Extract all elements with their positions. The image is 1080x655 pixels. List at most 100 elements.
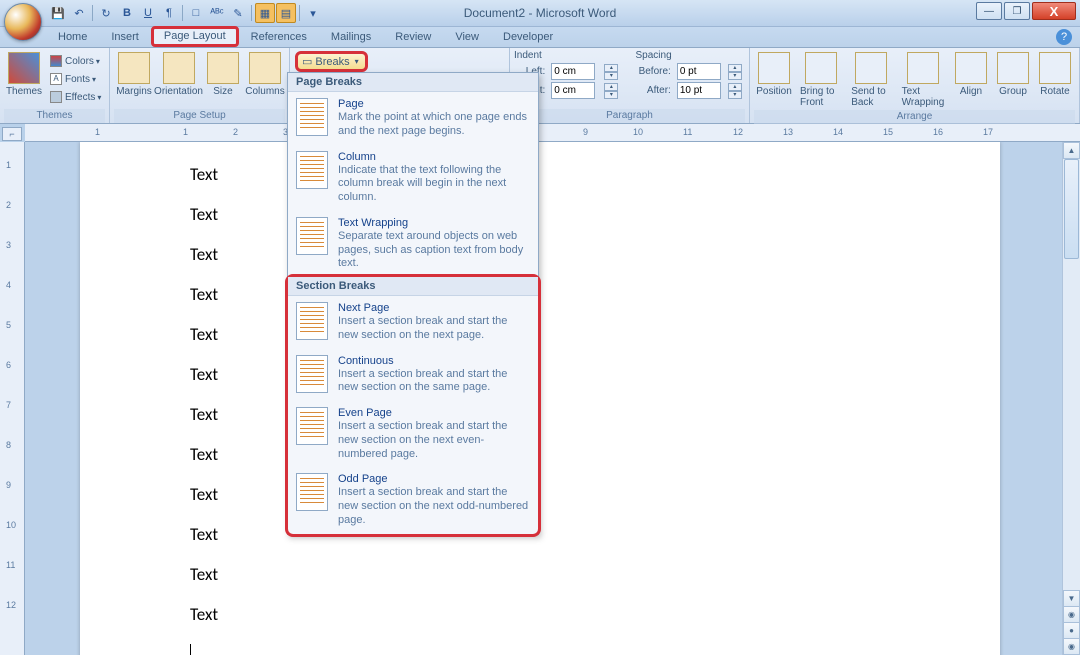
browse-next[interactable]: ◉ [1063, 638, 1080, 655]
break-page-icon [296, 98, 328, 136]
tab-references[interactable]: References [239, 28, 319, 47]
break-next-page[interactable]: Next PageInsert a section break and star… [288, 296, 538, 349]
qat-tool[interactable]: ✎ [228, 3, 248, 23]
section-breaks-highlight: Section Breaks Next PageInsert a section… [285, 274, 541, 537]
tab-mailings[interactable]: Mailings [319, 28, 383, 47]
indent-right-input[interactable] [551, 82, 595, 99]
tab-insert[interactable]: Insert [99, 28, 151, 47]
window-title: Document2 - Microsoft Word [464, 6, 617, 20]
rotate-button[interactable]: Rotate [1035, 50, 1075, 99]
spacing-header: Spacing [636, 50, 746, 63]
browse-prev[interactable]: ◉ [1063, 606, 1080, 623]
qat-highlight1[interactable]: ▦ [255, 3, 275, 23]
break-even-icon [296, 407, 328, 445]
qat-spellcheck[interactable]: ᴬᴮᶜ [207, 3, 227, 23]
breaks-dropdown: Page Breaks PageMark the point at which … [287, 72, 539, 535]
qat-sep [92, 5, 93, 21]
help-icon[interactable]: ? [1056, 29, 1072, 45]
section-breaks-header: Section Breaks [288, 277, 538, 296]
send-back-button[interactable]: Send to Back [847, 50, 895, 110]
orientation-button[interactable]: Orientation [156, 50, 201, 99]
spacing-before-input[interactable] [677, 63, 721, 80]
indent-right-spinner[interactable]: ▴▾ [604, 83, 618, 99]
indent-left-input[interactable] [551, 63, 595, 80]
office-button[interactable] [4, 3, 42, 41]
tab-page-layout[interactable]: Page Layout [151, 26, 239, 47]
ribbon-tabs: Home Insert Page Layout References Maili… [0, 27, 1080, 48]
ruler-horizontal[interactable]: 1 1 2 3 4 5 6 7 8 9 10 11 12 13 14 15 16… [25, 124, 1080, 142]
vertical-scrollbar[interactable]: ▲ ▼ ◉ ● ◉ [1062, 142, 1080, 655]
theme-colors[interactable]: Colors▾ [46, 52, 105, 70]
qat-bold[interactable]: B [117, 3, 137, 23]
break-odd-icon [296, 473, 328, 511]
scroll-up-arrow[interactable]: ▲ [1063, 142, 1080, 159]
spacing-after-label: After: [636, 85, 673, 96]
qat-paragraph-marks[interactable]: ¶ [159, 3, 179, 23]
group-button[interactable]: Group [993, 50, 1033, 99]
break-column[interactable]: ColumnIndicate that the text following t… [288, 145, 538, 211]
ruler-corner[interactable]: ⌐ [2, 127, 22, 141]
size-button[interactable]: Size [203, 50, 243, 99]
qat-sep4 [299, 5, 300, 21]
qat-save[interactable]: 💾 [48, 3, 68, 23]
group-label-themes: Themes [4, 109, 105, 123]
close-button[interactable]: X [1032, 2, 1076, 20]
break-continuous[interactable]: ContinuousInsert a section break and sta… [288, 349, 538, 402]
qat-new[interactable]: □ [186, 3, 206, 23]
text-wrapping-button[interactable]: Text Wrapping [898, 50, 949, 110]
bring-front-button[interactable]: Bring to Front [796, 50, 845, 110]
document-scroll: Text Text Text Text Text Text Text Text … [25, 142, 1062, 655]
tab-review[interactable]: Review [383, 28, 443, 47]
themes-button[interactable]: Themes [4, 50, 44, 99]
theme-fonts[interactable]: AFonts▾ [46, 70, 105, 88]
breaks-button[interactable]: ▭ Breaks ▾ [295, 51, 368, 72]
page-breaks-header: Page Breaks [288, 73, 538, 92]
qat-highlight2[interactable]: ▤ [276, 3, 296, 23]
break-text-wrapping[interactable]: Text WrappingSeparate text around object… [288, 211, 538, 277]
text-line: Text [190, 594, 890, 634]
columns-button[interactable]: Columns [245, 50, 285, 99]
margins-button[interactable]: Margins [114, 50, 154, 99]
position-button[interactable]: Position [754, 50, 794, 99]
break-even-page[interactable]: Even PageInsert a section break and star… [288, 401, 538, 467]
qat-undo[interactable]: ↶ [69, 3, 89, 23]
breaks-icon: ▭ [302, 55, 312, 68]
break-page[interactable]: PageMark the point at which one page end… [288, 92, 538, 145]
qat-underline[interactable]: U [138, 3, 158, 23]
align-button[interactable]: Align [951, 50, 991, 99]
qat-sep2 [182, 5, 183, 21]
titlebar: 💾 ↶ ↻ B U ¶ □ ᴬᴮᶜ ✎ ▦ ▤ ▾ Document2 - Mi… [0, 0, 1080, 27]
group-label-arrange: Arrange [754, 110, 1075, 124]
scroll-thumb[interactable] [1064, 159, 1079, 259]
break-wrap-icon [296, 217, 328, 255]
break-next-icon [296, 302, 328, 340]
tab-developer[interactable]: Developer [491, 28, 565, 47]
group-label-page-setup: Page Setup [114, 109, 285, 123]
text-cursor [190, 644, 191, 655]
tab-view[interactable]: View [443, 28, 491, 47]
group-paragraph: Indent Left: ▴▾ Right: ▴▾ Spacing Before… [510, 48, 750, 123]
indent-left-spinner[interactable]: ▴▾ [604, 64, 618, 80]
quick-access-toolbar: 💾 ↶ ↻ B U ¶ □ ᴬᴮᶜ ✎ ▦ ▤ ▾ [48, 3, 323, 23]
spacing-before-label: Before: [636, 66, 673, 77]
break-column-icon [296, 151, 328, 189]
minimize-button[interactable]: — [976, 2, 1002, 20]
theme-effects[interactable]: Effects▾ [46, 88, 105, 106]
spacing-after-spinner[interactable]: ▴▾ [728, 83, 742, 99]
qat-redo[interactable]: ↻ [96, 3, 116, 23]
scroll-down-arrow[interactable]: ▼ [1063, 590, 1080, 607]
maximize-button[interactable]: ❐ [1004, 2, 1030, 20]
spacing-after-input[interactable] [677, 82, 721, 99]
qat-customize[interactable]: ▾ [303, 3, 323, 23]
break-odd-page[interactable]: Odd PageInsert a section break and start… [288, 467, 538, 533]
chevron-down-icon: ▾ [355, 57, 359, 66]
group-themes: Themes Colors▾ AFonts▾ Effects▾ Themes [0, 48, 110, 123]
ribbon: Themes Colors▾ AFonts▾ Effects▾ Themes M… [0, 48, 1080, 124]
browse-select[interactable]: ● [1063, 622, 1080, 639]
cursor-line [190, 634, 890, 655]
group-arrange: Position Bring to Front Send to Back Tex… [750, 48, 1080, 123]
tab-home[interactable]: Home [46, 28, 99, 47]
themes-label: Themes [6, 86, 42, 97]
ruler-vertical[interactable]: 1 2 3 4 5 6 7 8 9 10 11 12 [0, 142, 25, 655]
spacing-before-spinner[interactable]: ▴▾ [728, 64, 742, 80]
